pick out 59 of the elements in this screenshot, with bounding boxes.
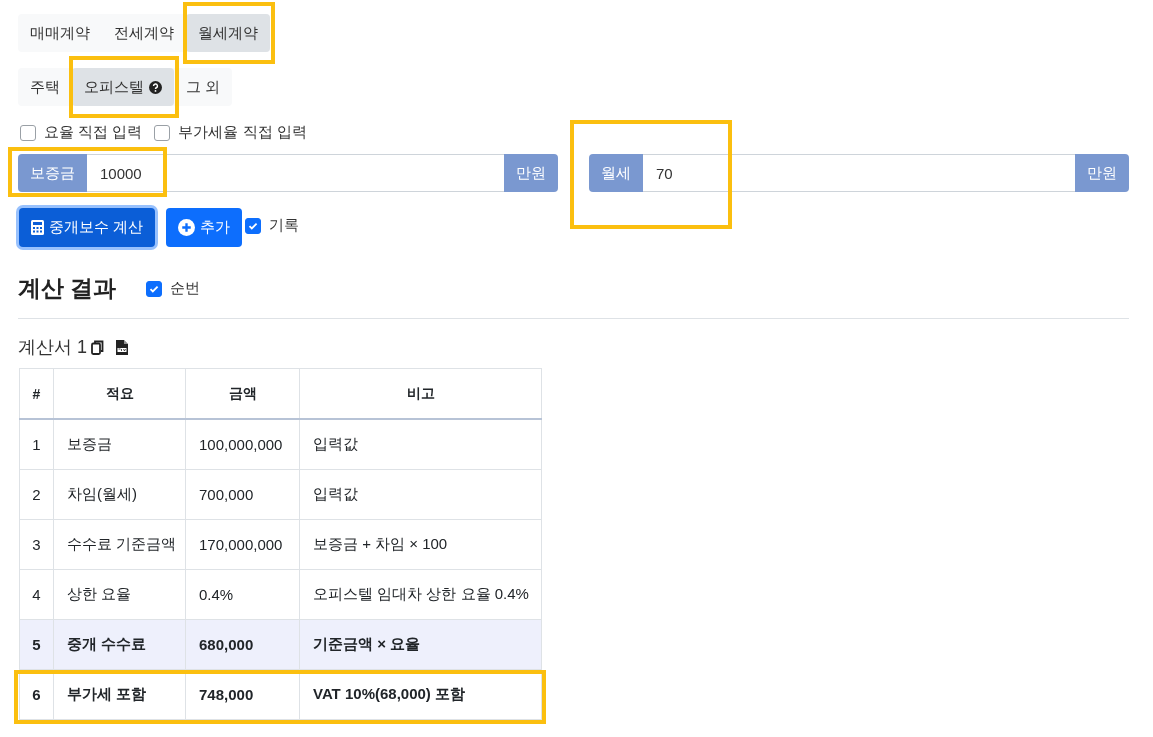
copy-icon[interactable]	[91, 339, 104, 355]
table-cell: 1	[19, 420, 53, 469]
tab[interactable]: 주택	[18, 68, 72, 106]
calculator-icon	[31, 220, 44, 235]
checkmark-icon	[149, 283, 160, 294]
table-cell: 입력값	[299, 470, 542, 519]
tab[interactable]: 그 외	[174, 68, 233, 106]
checkbox-label: 순번	[170, 279, 201, 298]
checkbox-label: 기록	[269, 216, 300, 235]
table-cell: 차임(월세)	[53, 470, 185, 519]
table-cell: 5	[19, 620, 53, 669]
plus-circle-icon	[178, 219, 196, 236]
field-label: 월세	[589, 154, 643, 192]
numbering-checkbox[interactable]	[146, 280, 163, 297]
checkbox-label: 부가세율 직접 입력	[178, 123, 307, 142]
table-cell: 중개 수수료	[53, 620, 185, 669]
table-cell: 170,000,000	[185, 520, 299, 569]
column-header: #	[19, 369, 53, 418]
amount-input[interactable]: 70	[643, 154, 1075, 192]
column-header: 금액	[185, 369, 299, 418]
table-cell: 수수료 기준금액	[53, 520, 185, 569]
amount-input[interactable]: 10000	[87, 154, 504, 192]
table-cell: 입력값	[299, 420, 542, 469]
checkmark-icon	[248, 220, 259, 231]
table-cell: 6	[19, 670, 53, 719]
table-cell: 상한 요율	[53, 570, 185, 619]
tab[interactable]: 매매계약	[18, 14, 102, 52]
column-header: 비고	[299, 369, 542, 418]
table-cell: 700,000	[185, 470, 299, 519]
option-checkbox[interactable]	[20, 124, 36, 141]
field-label: 보증금	[18, 154, 87, 192]
sheet-title: 계산서 1	[18, 336, 87, 359]
unit-label: 만원	[504, 154, 558, 192]
table-cell: 748,000	[185, 670, 299, 719]
help-icon[interactable]	[149, 80, 162, 94]
option-checkbox[interactable]	[154, 124, 171, 141]
checkbox-label: 요율 직접 입력	[44, 123, 143, 142]
table-cell: 100,000,000	[185, 420, 299, 469]
table-cell: 2	[19, 470, 53, 519]
unit-label: 만원	[1075, 154, 1129, 192]
table-cell: 보증금 + 차임 × 100	[299, 520, 542, 569]
table-cell: 기준금액 × 요율	[299, 620, 542, 669]
section-title: 계산 결과	[18, 274, 117, 303]
table-cell: 0.4%	[185, 570, 299, 619]
add-button[interactable]: 추가	[166, 208, 243, 247]
table-cell: 보증금	[53, 420, 185, 469]
table-cell: 3	[19, 520, 53, 569]
table-cell: 680,000	[185, 620, 299, 669]
table-cell: 부가세 포함	[53, 670, 185, 719]
tab[interactable]: 월세계약	[186, 14, 270, 52]
table-cell: VAT 10%(68,000) 포함	[299, 670, 542, 719]
csv-file-icon[interactable]	[116, 339, 128, 355]
table-cell: 4	[19, 570, 53, 619]
tab[interactable]: 오피스텔	[72, 68, 174, 106]
calculate-button[interactable]: 중개보수 계산	[19, 208, 156, 247]
record-checkbox[interactable]	[245, 217, 262, 234]
column-header: 적요	[53, 369, 185, 418]
table-cell: 오피스텔 임대차 상한 요율 0.4%	[299, 570, 542, 619]
tab[interactable]: 전세계약	[102, 14, 186, 52]
